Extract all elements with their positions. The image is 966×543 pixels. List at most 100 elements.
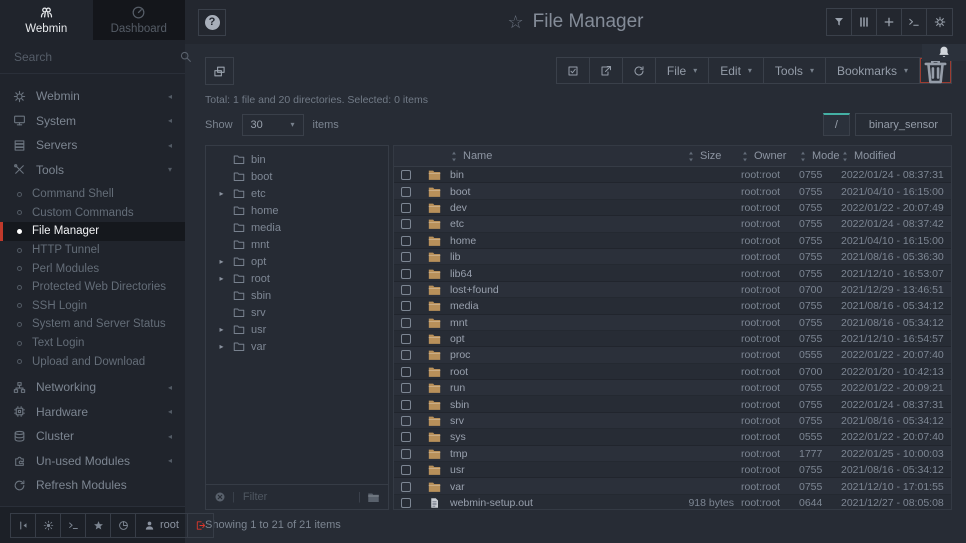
table-row[interactable]: etc root:root 0755 2022/01/24 - 08:37:42: [394, 216, 951, 232]
row-checkbox[interactable]: [401, 482, 411, 492]
sidebar-item[interactable]: Command Shell: [0, 185, 185, 204]
file-name[interactable]: lib: [450, 251, 681, 263]
file-menu-button[interactable]: File▾: [656, 58, 709, 83]
tree-node[interactable]: root: [206, 270, 388, 287]
sidebar-category[interactable]: Servers: [0, 133, 185, 158]
table-row[interactable]: webmin-setup.out 918 bytes root:root 064…: [394, 495, 951, 509]
breadcrumb-root[interactable]: /: [823, 113, 850, 136]
file-name[interactable]: var: [450, 481, 681, 493]
sidebar-category[interactable]: Cluster: [0, 424, 185, 449]
file-name[interactable]: tmp: [450, 448, 681, 460]
row-checkbox[interactable]: [401, 416, 411, 426]
tree-node[interactable]: mnt: [206, 236, 388, 253]
table-row[interactable]: tmp root:root 1777 2022/01/25 - 10:00:03: [394, 446, 951, 462]
expand-arrow-icon[interactable]: [216, 342, 227, 351]
search-input[interactable]: [12, 49, 171, 65]
row-checkbox[interactable]: [401, 318, 411, 328]
breadcrumb-segment[interactable]: binary_sensor: [855, 113, 952, 136]
tab-dashboard[interactable]: Dashboard: [93, 0, 186, 40]
expand-arrow-icon[interactable]: [216, 257, 227, 266]
folder-icon[interactable]: [367, 492, 380, 503]
sidebar-item[interactable]: Custom Commands: [0, 204, 185, 223]
row-checkbox[interactable]: [401, 383, 411, 393]
sort-icon[interactable]: [687, 151, 695, 162]
table-row[interactable]: lost+found root:root 0700 2021/12/29 - 1…: [394, 282, 951, 298]
file-name[interactable]: etc: [450, 218, 681, 230]
row-checkbox[interactable]: [401, 432, 411, 442]
expand-arrow-icon[interactable]: [216, 274, 227, 283]
header-action-button[interactable]: [902, 9, 927, 35]
table-row[interactable]: lib root:root 0755 2021/08/16 - 05:36:30: [394, 249, 951, 265]
current-user-button[interactable]: root: [136, 514, 188, 537]
sidebar-category[interactable]: System: [0, 109, 185, 134]
sidebar-category[interactable]: Networking: [0, 375, 185, 400]
table-row[interactable]: bin root:root 0755 2022/01/24 - 08:37:31: [394, 167, 951, 183]
table-row[interactable]: var root:root 0755 2021/12/10 - 17:01:55: [394, 478, 951, 494]
tree-node[interactable]: media: [206, 219, 388, 236]
table-row[interactable]: mnt root:root 0755 2021/08/16 - 05:34:12: [394, 315, 951, 331]
tree-node[interactable]: home: [206, 202, 388, 219]
file-name[interactable]: usr: [450, 464, 681, 476]
favorites-button[interactable]: [86, 514, 111, 537]
column-header-name[interactable]: Name: [450, 150, 681, 162]
file-name[interactable]: lost+found: [450, 284, 681, 296]
file-name[interactable]: sys: [450, 431, 681, 443]
row-checkbox[interactable]: [401, 236, 411, 246]
file-name[interactable]: mnt: [450, 317, 681, 329]
tab-webmin[interactable]: Webmin: [0, 0, 93, 40]
table-row[interactable]: proc root:root 0555 2022/01/22 - 20:07:4…: [394, 347, 951, 363]
file-name[interactable]: media: [450, 300, 681, 312]
trash-button[interactable]: [920, 58, 951, 83]
refresh-button[interactable]: [623, 58, 656, 83]
column-header-modified[interactable]: Modified: [839, 150, 951, 162]
sort-icon[interactable]: [799, 151, 807, 162]
sidebar-item[interactable]: HTTP Tunnel: [0, 241, 185, 260]
sidebar-item[interactable]: File Manager: [0, 222, 185, 241]
row-checkbox[interactable]: [401, 285, 411, 295]
row-checkbox[interactable]: [401, 334, 411, 344]
file-name[interactable]: home: [450, 235, 681, 247]
file-name[interactable]: run: [450, 382, 681, 394]
file-name[interactable]: lib64: [450, 268, 681, 280]
collapse-sidebar-button[interactable]: [11, 514, 36, 537]
tree-node[interactable]: sbin: [206, 287, 388, 304]
column-header-size[interactable]: Size: [681, 150, 741, 162]
sidebar-category[interactable]: Un-used Modules: [0, 448, 185, 473]
file-name[interactable]: sbin: [450, 399, 681, 411]
column-header-owner[interactable]: Owner: [741, 150, 799, 162]
tree-node[interactable]: bin: [206, 151, 388, 168]
file-name[interactable]: dev: [450, 202, 681, 214]
row-checkbox[interactable]: [401, 187, 411, 197]
sidebar-item[interactable]: System and Server Status: [0, 315, 185, 334]
sort-icon[interactable]: [841, 151, 849, 162]
sort-icon[interactable]: [450, 151, 458, 162]
search-icon[interactable]: [179, 50, 192, 63]
sidebar-refresh-modules[interactable]: Refresh Modules: [0, 473, 185, 498]
header-action-button[interactable]: [877, 9, 902, 35]
table-row[interactable]: boot root:root 0755 2021/04/10 - 16:15:0…: [394, 183, 951, 199]
file-name[interactable]: bin: [450, 169, 681, 181]
bookmarks-menu-button[interactable]: Bookmarks▾: [826, 58, 920, 83]
table-row[interactable]: lib64 root:root 0755 2021/12/10 - 16:53:…: [394, 265, 951, 281]
row-checkbox[interactable]: [401, 465, 411, 475]
shell-button[interactable]: [61, 514, 86, 537]
header-action-button[interactable]: [852, 9, 877, 35]
sidebar-item[interactable]: Text Login: [0, 334, 185, 353]
file-name[interactable]: root: [450, 366, 681, 378]
sidebar-category-tools[interactable]: Tools: [0, 158, 185, 183]
sidebar-item[interactable]: Perl Modules: [0, 259, 185, 278]
table-row[interactable]: opt root:root 0755 2021/12/10 - 16:54:57: [394, 331, 951, 347]
tools-menu-button[interactable]: Tools▾: [764, 58, 826, 83]
edit-menu-button[interactable]: Edit▾: [709, 58, 764, 83]
tree-filter-input[interactable]: [241, 490, 352, 504]
tree-node[interactable]: srv: [206, 304, 388, 321]
table-row[interactable]: home root:root 0755 2021/04/10 - 16:15:0…: [394, 233, 951, 249]
paste-buffer-button[interactable]: [205, 57, 234, 85]
row-checkbox[interactable]: [401, 203, 411, 213]
sidebar-category[interactable]: Webmin: [0, 84, 185, 109]
row-checkbox[interactable]: [401, 301, 411, 311]
table-row[interactable]: usr root:root 0755 2021/08/16 - 05:34:12: [394, 462, 951, 478]
table-row[interactable]: sbin root:root 0755 2022/01/24 - 08:37:3…: [394, 396, 951, 412]
tree-node[interactable]: boot: [206, 168, 388, 185]
expand-arrow-icon[interactable]: [216, 325, 227, 334]
